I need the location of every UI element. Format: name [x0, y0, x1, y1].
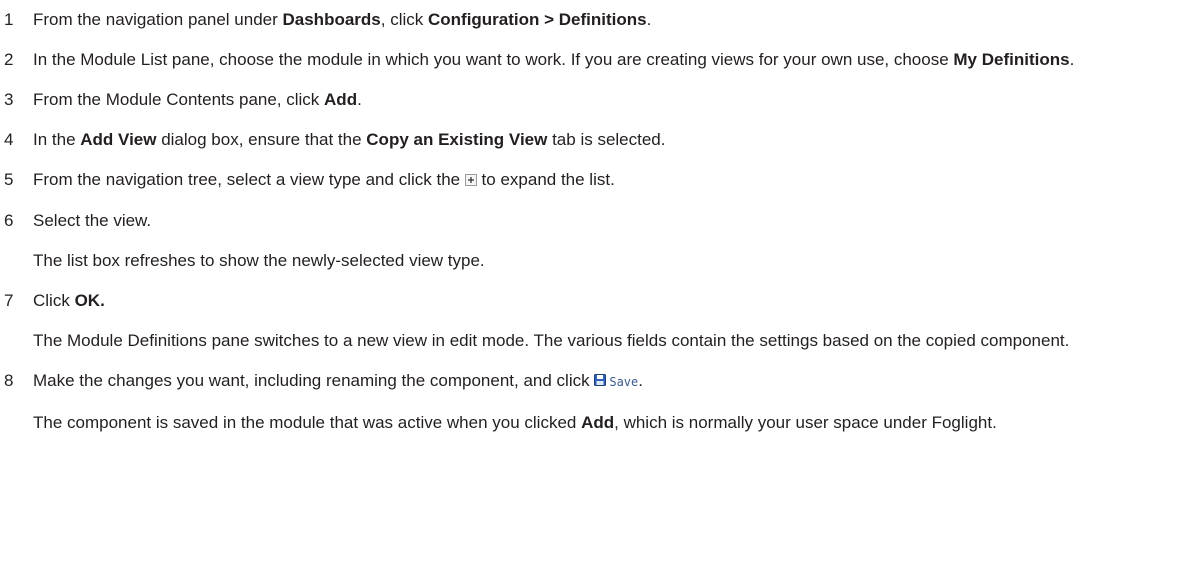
step-instruction: From the navigation tree, select a view … [33, 167, 1179, 193]
step-number: 3 [4, 90, 14, 109]
text-run: Click [33, 291, 75, 310]
ui-term: Dashboards [282, 10, 381, 29]
step-result-note: The Module Definitions pane switches to … [33, 331, 1070, 350]
text-run: From the navigation panel under [33, 10, 283, 29]
step-instruction: Click OK. [33, 288, 1179, 313]
text-run: to expand the list. [476, 170, 615, 189]
save-button: Save [594, 370, 638, 395]
ui-term: Add View [80, 130, 157, 149]
text-run: , click [380, 10, 428, 29]
expand-plus-icon [464, 168, 477, 193]
save-button-label: Save [609, 375, 639, 389]
text-run: , which is normally your user space unde… [614, 413, 997, 432]
ui-term: Add [581, 413, 615, 432]
step-number: 8 [4, 371, 14, 390]
step-instruction: Make the changes you want, including ren… [33, 368, 1179, 395]
text-run: tab is selected. [547, 130, 666, 149]
step-result-note: The component is saved in the module tha… [33, 410, 1179, 435]
text-run: dialog box, ensure that the [156, 130, 367, 149]
step-5: 5 From the navigation tree, select a view… [0, 167, 1179, 193]
ui-term: OK. [74, 291, 105, 310]
procedure-steps: 1 From the navigation panel under Dashboa… [0, 0, 1179, 435]
ui-term: Copy an Existing View [366, 130, 548, 149]
step-result-note: The list box refreshes to show the newly… [33, 251, 485, 270]
step-number: 5 [4, 170, 14, 189]
floppy-disk-icon [594, 370, 607, 395]
text-run: From the Module Contents pane, click [33, 90, 325, 109]
step-3: 3 From the Module Contents pane, click Ad… [0, 87, 1179, 112]
text-run: Make the changes you want, including ren… [33, 371, 595, 390]
step-number: 7 [4, 291, 14, 310]
step-number: 2 [4, 50, 14, 69]
step-1: 1 From the navigation panel under Dashboa… [0, 7, 1179, 32]
step-2: 2 In the Module List pane, choose the mod… [0, 47, 1179, 72]
text-run: . [357, 90, 362, 109]
text-run: In the [33, 130, 81, 149]
step-7: 7 Click OK. The Module Definitions pane sw… [0, 288, 1179, 353]
step-6: 6 Select the view. The list box refreshes … [0, 208, 1179, 273]
step-instruction: From the navigation panel under Dashboar… [33, 7, 1179, 32]
step-number: 1 [4, 10, 14, 29]
text-run: . [646, 10, 652, 29]
text-run: The component is saved in the module tha… [33, 413, 582, 432]
text-run: . [1069, 50, 1075, 69]
step-instruction: From the Module Contents pane, click Add… [33, 87, 1179, 112]
step-instruction: In the Module List pane, choose the modu… [33, 47, 1179, 72]
text-run: . [638, 371, 643, 390]
step-instruction: Select the view. [33, 208, 1179, 233]
ui-term: My Definitions [953, 50, 1070, 69]
text-run: In the Module List pane, choose the modu… [33, 50, 954, 69]
step-number: 4 [4, 130, 14, 149]
step-number: 6 [4, 211, 14, 230]
ui-term: Configuration > Definitions [427, 10, 647, 29]
step-8: 8 Make the changes you want, including re… [0, 368, 1179, 435]
text-run: From the navigation tree, select a view … [33, 170, 465, 189]
ui-term: Add [324, 90, 358, 109]
text-run: Select the view. [33, 211, 152, 230]
step-instruction: In the Add View dialog box, ensure that … [33, 127, 1179, 152]
step-4: 4 In the Add View dialog box, ensure that… [0, 127, 1179, 152]
